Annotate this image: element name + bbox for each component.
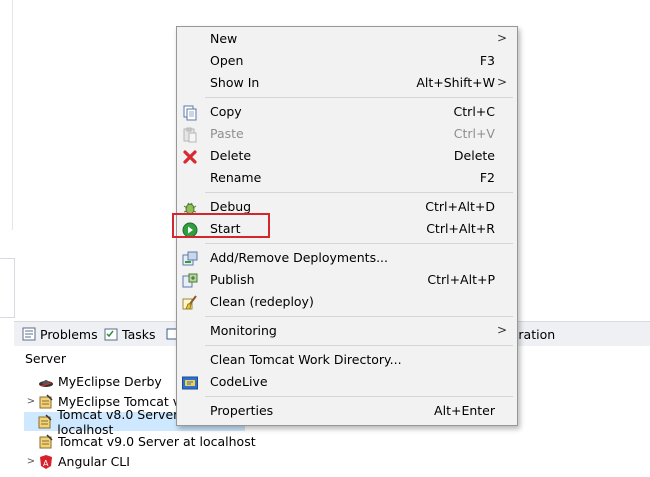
tree-item-label: MyEclipse Derby bbox=[58, 374, 162, 389]
menu-item-shortcut: Ctrl+Alt+D bbox=[425, 199, 495, 214]
menu-item-label: Start bbox=[210, 221, 241, 236]
tree-item-label: Tomcat v9.0 Server at localhost bbox=[58, 434, 256, 449]
menu-item-monitoring[interactable]: Monitoring > bbox=[177, 321, 517, 342]
menu-item-label: Delete bbox=[210, 148, 252, 163]
tab-label: Problems bbox=[40, 326, 98, 342]
menu-item-shortcut: Ctrl+Alt+R bbox=[426, 221, 495, 236]
tree-item-tomcat9[interactable]: Tomcat v9.0 Server at localhost bbox=[24, 432, 256, 451]
tree-item-label: Angular CLI bbox=[58, 454, 130, 469]
codelive-icon bbox=[182, 375, 198, 391]
menu-item-debug[interactable]: Debug Ctrl+Alt+D bbox=[177, 197, 517, 218]
left-panel-stub bbox=[0, 258, 15, 318]
menu-item-label: Clean (redeploy) bbox=[210, 294, 314, 309]
menu-item-shortcut: Alt+Enter bbox=[434, 403, 495, 418]
menu-item-shortcut: F3 bbox=[479, 53, 495, 68]
tab-tasks[interactable]: Tasks bbox=[104, 326, 156, 342]
menu-item-properties[interactable]: Properties Alt+Enter bbox=[177, 401, 517, 422]
menu-separator bbox=[205, 192, 513, 193]
submenu-arrow-icon: > bbox=[496, 31, 507, 45]
menu-item-copy[interactable]: Copy Ctrl+C bbox=[177, 102, 517, 123]
menu-item-label: Copy bbox=[210, 104, 242, 119]
menu-item-label: Publish bbox=[210, 272, 255, 287]
expand-chevron-icon[interactable]: > bbox=[24, 456, 38, 467]
menu-item-label: Clean Tomcat Work Directory... bbox=[210, 352, 402, 367]
tab-label: Tasks bbox=[122, 326, 156, 342]
menu-separator bbox=[205, 316, 513, 317]
menu-item-paste[interactable]: Paste Ctrl+V bbox=[177, 124, 517, 145]
submenu-arrow-icon: > bbox=[496, 323, 507, 337]
debug-icon bbox=[182, 200, 198, 216]
tomcat-icon bbox=[38, 433, 54, 450]
copy-icon bbox=[182, 105, 198, 121]
menu-item-label: Add/Remove Deployments... bbox=[210, 250, 389, 265]
menu-item-label: Properties bbox=[210, 403, 274, 418]
expand-chevron-icon[interactable]: > bbox=[24, 396, 38, 407]
menu-item-new[interactable]: New > bbox=[177, 29, 517, 50]
menu-item-clean-work-directory[interactable]: Clean Tomcat Work Directory... bbox=[177, 350, 517, 371]
problems-icon bbox=[22, 327, 36, 341]
menu-separator bbox=[205, 97, 513, 98]
tree-item-myeclipse-derby[interactable]: MyEclipse Derby bbox=[24, 372, 162, 391]
menu-item-start[interactable]: Start Ctrl+Alt+R bbox=[177, 219, 517, 240]
menu-item-label: Monitoring bbox=[210, 323, 277, 338]
menu-separator bbox=[205, 243, 513, 244]
servers-header: Server bbox=[25, 351, 66, 366]
menu-item-shortcut: Ctrl+C bbox=[453, 104, 495, 119]
menu-item-label: CodeLive bbox=[210, 374, 268, 389]
menu-item-label: New bbox=[210, 31, 238, 46]
editor-scroll-edge bbox=[0, 0, 13, 230]
deployments-icon bbox=[182, 251, 198, 267]
angular-icon: A bbox=[38, 454, 54, 470]
menu-item-label: Open bbox=[210, 53, 244, 68]
menu-item-label: Show In bbox=[210, 75, 260, 90]
tasks-icon bbox=[104, 327, 118, 341]
svg-text:A: A bbox=[43, 459, 49, 468]
menu-item-shortcut: Ctrl+Alt+P bbox=[427, 272, 495, 287]
clean-icon bbox=[182, 295, 198, 311]
start-icon bbox=[182, 222, 198, 238]
menu-item-shortcut: Delete bbox=[453, 148, 495, 163]
menu-item-show-in[interactable]: Show In Alt+Shift+W > bbox=[177, 73, 517, 94]
publish-icon bbox=[182, 273, 198, 289]
menu-item-add-remove-deployments[interactable]: Add/Remove Deployments... bbox=[177, 248, 517, 269]
paste-icon bbox=[182, 127, 198, 143]
delete-icon bbox=[182, 149, 198, 165]
menu-item-label: Paste bbox=[210, 126, 244, 141]
menu-separator bbox=[205, 345, 513, 346]
tomcat-icon bbox=[37, 413, 53, 430]
tab-problems[interactable]: Problems bbox=[22, 326, 98, 342]
menu-item-publish[interactable]: Publish Ctrl+Alt+P bbox=[177, 270, 517, 291]
tree-item-angular-cli[interactable]: > A Angular CLI bbox=[24, 452, 130, 471]
menu-item-rename[interactable]: Rename F2 bbox=[177, 168, 517, 189]
menu-item-clean-redeploy[interactable]: Clean (redeploy) bbox=[177, 292, 517, 313]
right-panel-stub bbox=[514, 258, 650, 316]
menu-item-codelive[interactable]: CodeLive bbox=[177, 372, 517, 393]
menu-item-label: Rename bbox=[210, 170, 262, 185]
menu-item-delete[interactable]: Delete Delete bbox=[177, 146, 517, 167]
submenu-arrow-icon: > bbox=[496, 75, 507, 89]
menu-item-open[interactable]: Open F3 bbox=[177, 51, 517, 72]
derby-icon bbox=[38, 374, 54, 390]
tomcat-icon bbox=[38, 393, 54, 410]
context-menu: New > Open F3 Show In Alt+Shift+W > Copy… bbox=[176, 26, 518, 426]
menu-item-label: Debug bbox=[210, 199, 252, 214]
menu-item-shortcut: Alt+Shift+W bbox=[416, 75, 495, 90]
menu-item-shortcut: Ctrl+V bbox=[453, 126, 495, 141]
menu-separator bbox=[205, 396, 513, 397]
menu-item-shortcut: F2 bbox=[479, 170, 495, 185]
